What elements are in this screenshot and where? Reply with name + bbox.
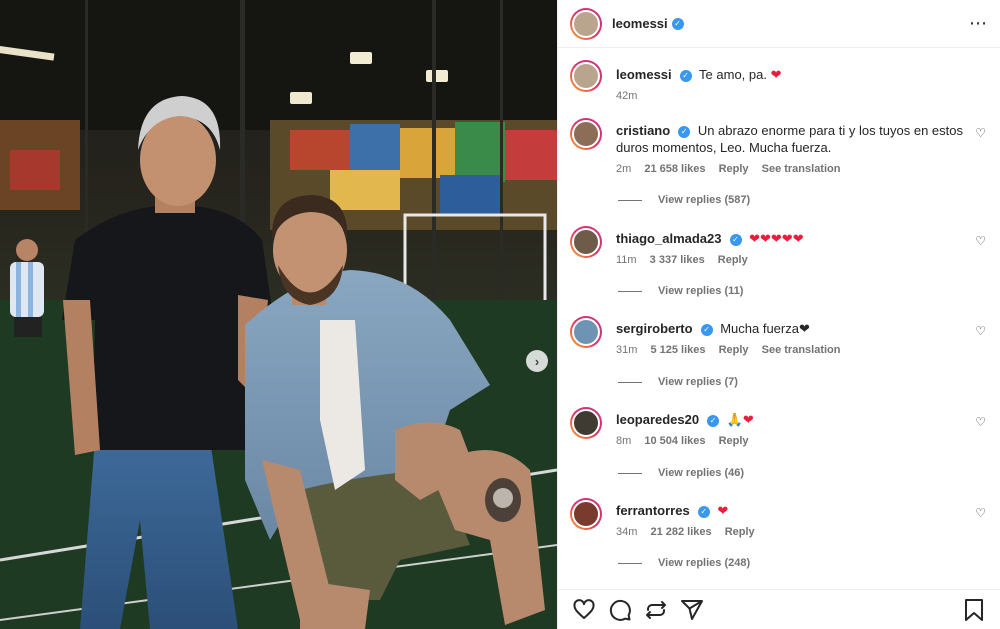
- author-username[interactable]: leomessi: [612, 16, 668, 31]
- comment-text: Mucha fuerza❤: [720, 321, 810, 336]
- view-replies-button[interactable]: View replies (587): [618, 194, 750, 206]
- comment-time: 2m: [616, 163, 632, 175]
- view-replies-button[interactable]: View replies (11): [618, 285, 743, 297]
- comment-icon[interactable]: [608, 598, 632, 622]
- comment-likes[interactable]: 5 125 likes: [650, 344, 705, 356]
- comment-time: 11m: [616, 254, 637, 266]
- view-replies-label[interactable]: View replies (11): [658, 285, 743, 297]
- repost-icon[interactable]: [644, 598, 668, 622]
- reply-button[interactable]: Reply: [719, 344, 749, 356]
- comment-item: leoparedes20 ✓ 🙏❤ 8m 10 504 likes Reply ♡: [570, 407, 990, 450]
- verified-badge-icon: ✓: [671, 17, 684, 30]
- verified-badge-icon: ✓: [679, 70, 692, 82]
- comment-username[interactable]: thiago_almada23: [616, 231, 722, 246]
- heart-icon[interactable]: [572, 598, 596, 622]
- post-header: leomessi ✓ ⋯: [558, 0, 1000, 48]
- instagram-post-view: › leomessi ✓ ⋯ leomessi ✓ Te amo, pa. ❤ …: [0, 0, 1000, 629]
- replies-divider: [618, 472, 642, 474]
- verified-badge-icon: ✓: [700, 324, 713, 336]
- commenter-avatar[interactable]: [570, 118, 602, 150]
- commenter-avatar[interactable]: [570, 498, 602, 530]
- like-comment-heart-icon[interactable]: ♡: [975, 506, 986, 520]
- reply-button[interactable]: Reply: [719, 163, 749, 175]
- view-replies-button[interactable]: View replies (7): [618, 376, 738, 388]
- comment-username[interactable]: ferrantorres: [616, 503, 690, 518]
- replies-divider: [618, 290, 642, 292]
- more-horizontal-icon[interactable]: ⋯: [969, 13, 988, 34]
- comment-text: ❤: [717, 503, 729, 518]
- next-photo-button[interactable]: ›: [526, 350, 548, 372]
- reply-button[interactable]: Reply: [718, 254, 748, 266]
- comment-item: ferrantorres ✓ ❤ 34m 21 282 likes Reply ♡: [570, 498, 990, 541]
- comment-item: sergiroberto ✓ Mucha fuerza❤ 31m 5 125 li…: [570, 316, 990, 359]
- post-action-bar: [558, 589, 1000, 629]
- commenter-avatar[interactable]: [570, 226, 602, 258]
- reply-button[interactable]: Reply: [719, 435, 749, 447]
- view-replies-label[interactable]: View replies (7): [658, 376, 738, 388]
- verified-badge-icon: ✓: [729, 234, 742, 246]
- comment-item: thiago_almada23 ✓ ❤❤❤❤❤ 11m 3 337 likes R…: [570, 226, 990, 269]
- caption-avatar[interactable]: [570, 60, 602, 92]
- comment-username[interactable]: sergiroberto: [616, 321, 693, 336]
- comment-likes[interactable]: 3 337 likes: [650, 254, 705, 266]
- like-comment-heart-icon[interactable]: ♡: [975, 126, 986, 140]
- commenter-avatar[interactable]: [570, 407, 602, 439]
- comment-username[interactable]: cristiano: [616, 123, 670, 138]
- replies-divider: [618, 199, 642, 201]
- reply-button[interactable]: Reply: [725, 526, 755, 538]
- share-icon[interactable]: [680, 598, 704, 622]
- verified-badge-icon: ✓: [678, 126, 691, 138]
- comment-time: 34m: [616, 526, 638, 538]
- view-replies-label[interactable]: View replies (46): [658, 467, 744, 479]
- commenter-avatar[interactable]: [570, 316, 602, 348]
- comment-likes[interactable]: 10 504 likes: [644, 435, 705, 447]
- comment-item: cristiano ✓ Un abrazo enorme para ti y lo…: [570, 118, 990, 178]
- view-replies-button[interactable]: View replies (46): [618, 467, 744, 479]
- comments-list: leomessi ✓ Te amo, pa. ❤ 42m cristiano ✓ U…: [558, 48, 1000, 589]
- like-comment-heart-icon[interactable]: ♡: [975, 324, 986, 338]
- view-replies-label[interactable]: View replies (248): [658, 557, 750, 569]
- author-avatar[interactable]: [570, 7, 602, 40]
- comment-likes[interactable]: 21 282 likes: [650, 526, 711, 538]
- comment-time: 31m: [616, 344, 638, 356]
- bookmark-icon[interactable]: [962, 598, 986, 622]
- caption-item: leomessi ✓ Te amo, pa. ❤ 42m: [570, 60, 990, 105]
- verified-badge-icon: ✓: [697, 506, 710, 518]
- like-comment-heart-icon[interactable]: ♡: [975, 415, 986, 429]
- comment-likes[interactable]: 21 658 likes: [644, 163, 705, 175]
- see-translation-button[interactable]: See translation: [762, 163, 841, 175]
- comment-time: 8m: [616, 435, 632, 447]
- replies-divider: [618, 562, 642, 564]
- view-replies-button[interactable]: View replies (248): [618, 557, 750, 569]
- photo-illustration: [0, 0, 557, 629]
- like-comment-heart-icon[interactable]: ♡: [975, 234, 986, 248]
- replies-divider: [618, 381, 642, 383]
- view-replies-label[interactable]: View replies (587): [658, 194, 750, 206]
- comment-text: ❤❤❤❤❤: [749, 231, 804, 246]
- caption-text: Te amo, pa.: [699, 67, 767, 82]
- comment-text: 🙏❤: [726, 412, 754, 427]
- post-photo[interactable]: ›: [0, 0, 557, 629]
- post-side-panel: leomessi ✓ ⋯ leomessi ✓ Te amo, pa. ❤ 42m: [557, 0, 1000, 629]
- caption-heart-emoji: ❤: [770, 67, 782, 82]
- verified-badge-icon: ✓: [707, 415, 720, 427]
- caption-username[interactable]: leomessi: [616, 67, 672, 82]
- comment-username[interactable]: leoparedes20: [616, 412, 699, 427]
- see-translation-button[interactable]: See translation: [762, 344, 841, 356]
- caption-time: 42m: [616, 90, 638, 102]
